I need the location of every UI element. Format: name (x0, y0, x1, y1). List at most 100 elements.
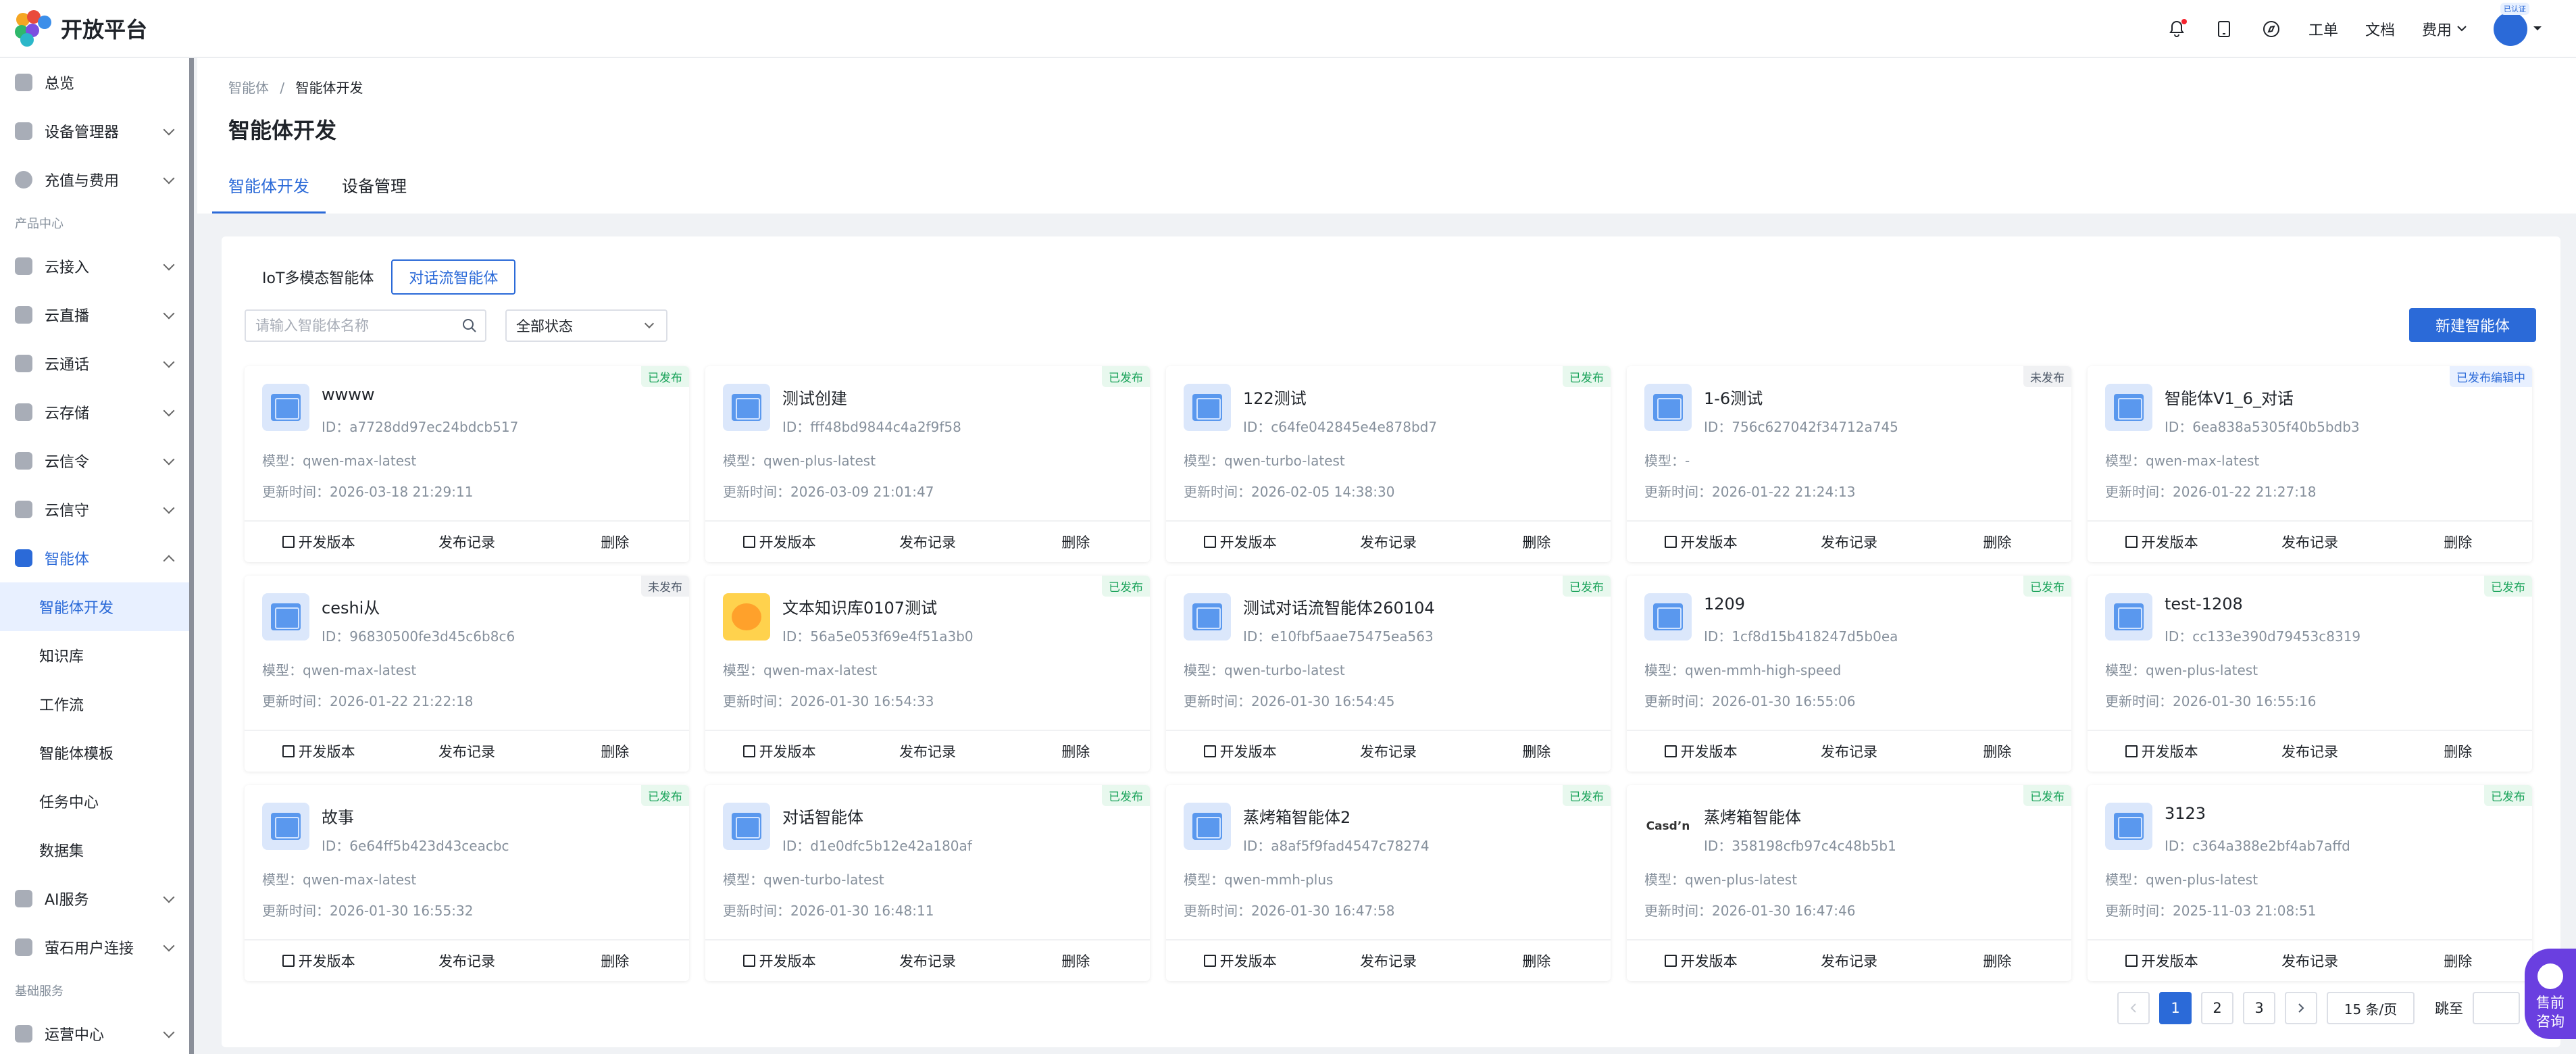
jump-input[interactable] (2473, 992, 2520, 1024)
sidebar-item-ai-service[interactable]: AI服务 (0, 874, 189, 923)
new-agent-button[interactable]: 新建智能体 (2409, 308, 2536, 342)
page-1-button[interactable]: 1 (2159, 992, 2192, 1024)
delete-button[interactable]: 删除 (1002, 522, 1150, 562)
search-input[interactable] (255, 318, 451, 334)
sidebar-sub-task-center[interactable]: 任务中心 (0, 777, 189, 826)
sidebar-sub-workflow[interactable]: 工作流 (0, 680, 189, 728)
dev-version-button[interactable]: 开发版本 (2088, 940, 2236, 981)
agent-card[interactable]: 已发布 对话智能体 ID：d1e0dfc5b12e42a180af 模型：qwe… (705, 785, 1150, 981)
dev-version-button[interactable]: 开发版本 (1166, 940, 1314, 981)
dev-version-button[interactable]: 开发版本 (1166, 522, 1314, 562)
tab-agent-dev[interactable]: 智能体开发 (212, 159, 326, 214)
dev-version-button[interactable]: 开发版本 (1627, 940, 1775, 981)
dev-version-button[interactable]: 开发版本 (245, 522, 393, 562)
delete-button[interactable]: 删除 (1463, 731, 1611, 772)
publish-record-button[interactable]: 发布记录 (1775, 940, 1923, 981)
agent-card[interactable]: 已发布 1209 ID：1cf8d15b418247d5b0ea 模型：qwen… (1627, 576, 2071, 772)
logo[interactable]: 开放平台 (15, 10, 147, 47)
delete-button[interactable]: 删除 (2384, 522, 2532, 562)
publish-record-button[interactable]: 发布记录 (1775, 731, 1923, 772)
compass-icon[interactable] (2261, 19, 2281, 39)
delete-button[interactable]: 删除 (1002, 731, 1150, 772)
sidebar-item-cloud-live[interactable]: 云直播 (0, 291, 189, 339)
sidebar-item-cloud-storage[interactable]: 云存储 (0, 388, 189, 436)
delete-button[interactable]: 删除 (1002, 940, 1150, 981)
agent-card[interactable]: 已发布 test-1208 ID：cc133e390d79453c8319 模型… (2088, 576, 2532, 772)
delete-button[interactable]: 删除 (2384, 940, 2532, 981)
publish-record-button[interactable]: 发布记录 (1314, 940, 1462, 981)
link-ticket[interactable]: 工单 (2308, 18, 2338, 40)
publish-record-button[interactable]: 发布记录 (853, 522, 1001, 562)
agent-card[interactable]: 已发布 Casd’n 蒸烤箱智能体 ID：358198cfb97c4c48b5b… (1627, 785, 2071, 981)
agent-card[interactable]: 已发布 测试创建 ID：fff48bd9844c4a2f9f58 模型：qwen… (705, 366, 1150, 562)
dev-version-button[interactable]: 开发版本 (1166, 731, 1314, 772)
sidebar-item-device-manager[interactable]: 设备管理器 (0, 107, 189, 155)
publish-record-button[interactable]: 发布记录 (1314, 522, 1462, 562)
agent-card[interactable]: 已发布 蒸烤箱智能体2 ID：a8af5f9fad4547c78274 模型：q… (1166, 785, 1611, 981)
bell-icon[interactable] (2167, 19, 2187, 39)
agent-card[interactable]: 已发布编辑中 智能体V1_6_对话 ID：6ea838a5305f40b5bdb… (2088, 366, 2532, 562)
sidebar-sub-dataset[interactable]: 数据集 (0, 826, 189, 874)
agent-card[interactable]: 已发布 测试对话流智能体260104 ID：e10fbf5aae75475ea5… (1166, 576, 1611, 772)
agent-card[interactable]: 已发布 3123 ID：c364a388e2bf4ab7affd 模型：qwen… (2088, 785, 2532, 981)
sidebar-sub-agent-template[interactable]: 智能体模板 (0, 728, 189, 777)
link-billing[interactable]: 费用 (2422, 18, 2467, 40)
publish-record-button[interactable]: 发布记录 (853, 940, 1001, 981)
publish-record-button[interactable]: 发布记录 (393, 522, 540, 562)
publish-record-button[interactable]: 发布记录 (2236, 522, 2383, 562)
delete-button[interactable]: 删除 (541, 940, 689, 981)
sidebar-sub-knowledge-base[interactable]: 知识库 (0, 631, 189, 680)
user-menu[interactable]: 已认证 (2494, 3, 2542, 46)
sidebar-item-user-connect[interactable]: 萤石用户连接 (0, 923, 189, 972)
agent-card[interactable]: 已发布 故事 ID：6e64ff5b423d43ceacbc 模型：qwen-m… (245, 785, 689, 981)
sidebar-item-cloud-signal[interactable]: 云信令 (0, 436, 189, 485)
dev-version-button[interactable]: 开发版本 (245, 731, 393, 772)
segment-dialog-agent[interactable]: 对话流智能体 (391, 259, 516, 295)
search-icon[interactable] (462, 318, 477, 333)
page-3-button[interactable]: 3 (2243, 992, 2275, 1024)
agent-card[interactable]: 未发布 1-6测试 ID：756c627042f34712a745 模型：- 更… (1627, 366, 2071, 562)
link-docs[interactable]: 文档 (2365, 18, 2395, 40)
agent-card[interactable]: 已发布 文本知识库0107测试 ID：56a5e053f69e4f51a3b0 … (705, 576, 1150, 772)
breadcrumb-item[interactable]: 智能体 (228, 80, 269, 96)
dev-version-button[interactable]: 开发版本 (705, 731, 853, 772)
prev-page-button[interactable] (2117, 992, 2150, 1024)
agent-card[interactable]: 已发布 wwww ID：a7728dd97ec24bdcb517 模型：qwen… (245, 366, 689, 562)
publish-record-button[interactable]: 发布记录 (2236, 731, 2383, 772)
presales-consult-button[interactable]: 售前 咨询 (2525, 949, 2576, 1039)
delete-button[interactable]: 删除 (541, 731, 689, 772)
delete-button[interactable]: 删除 (1923, 522, 2071, 562)
sidebar-item-cloud-guard[interactable]: 云信守 (0, 485, 189, 534)
sidebar-item-agent[interactable]: 智能体 (0, 534, 189, 582)
publish-record-button[interactable]: 发布记录 (393, 940, 540, 981)
publish-record-button[interactable]: 发布记录 (853, 731, 1001, 772)
tab-device-manage[interactable]: 设备管理 (342, 159, 407, 214)
delete-button[interactable]: 删除 (2384, 731, 2532, 772)
dev-version-button[interactable]: 开发版本 (1627, 522, 1775, 562)
publish-record-button[interactable]: 发布记录 (1775, 522, 1923, 562)
sidebar-sub-agent-dev[interactable]: 智能体开发 (0, 582, 189, 631)
sidebar-item-cloud-access[interactable]: 云接入 (0, 242, 189, 291)
dev-version-button[interactable]: 开发版本 (245, 940, 393, 981)
delete-button[interactable]: 删除 (1463, 940, 1611, 981)
segment-iot-agent[interactable]: IoT多模态智能体 (245, 259, 391, 295)
phone-icon[interactable] (2214, 19, 2234, 39)
page-size-select[interactable]: 15 条/页 (2327, 992, 2415, 1024)
dev-version-button[interactable]: 开发版本 (705, 940, 853, 981)
next-page-button[interactable] (2285, 992, 2317, 1024)
sidebar-item-overview[interactable]: 总览 (0, 58, 189, 107)
delete-button[interactable]: 删除 (1463, 522, 1611, 562)
publish-record-button[interactable]: 发布记录 (1314, 731, 1462, 772)
publish-record-button[interactable]: 发布记录 (393, 731, 540, 772)
status-select[interactable]: 全部状态 (505, 309, 667, 342)
dev-version-button[interactable]: 开发版本 (2088, 731, 2236, 772)
delete-button[interactable]: 删除 (1923, 940, 2071, 981)
delete-button[interactable]: 删除 (541, 522, 689, 562)
delete-button[interactable]: 删除 (1923, 731, 2071, 772)
publish-record-button[interactable]: 发布记录 (2236, 940, 2383, 981)
agent-card[interactable]: 已发布 122测试 ID：c64fe042845e4e878bd7 模型：qwe… (1166, 366, 1611, 562)
sidebar-scrollbar[interactable] (189, 58, 194, 1054)
dev-version-button[interactable]: 开发版本 (2088, 522, 2236, 562)
sidebar-item-ops-center[interactable]: 运营中心 (0, 1009, 189, 1054)
agent-card[interactable]: 未发布 ceshi从 ID：96830500fe3d45c6b8c6 模型：qw… (245, 576, 689, 772)
